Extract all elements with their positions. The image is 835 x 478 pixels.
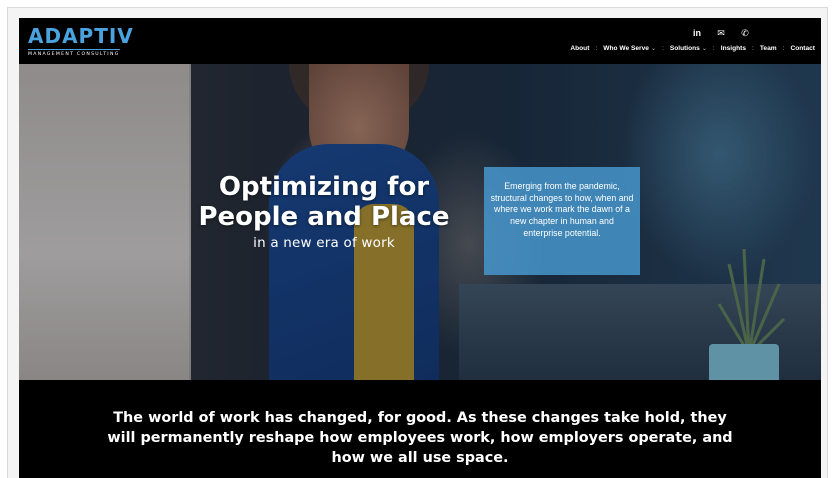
chevron-down-icon: ⌄ [650,46,656,52]
nav-team[interactable]: Team [760,45,777,52]
nav-separator: : [595,45,598,52]
intro-statement: The world of work has changed, for good.… [107,410,733,466]
website: ADAPTIV MANAGEMENT CONSULTING in ✉ ✆ Abo… [19,18,821,478]
nav-separator: : [752,45,754,52]
nav-who-we-serve-label: Who We Serve [603,45,649,52]
main-nav: About : Who We Serve ⌄ : Solutions ⌄ : Ins… [570,45,815,52]
nav-contact[interactable]: Contact [790,45,815,52]
hero-subtitle: in a new era of work [253,235,395,251]
email-icon[interactable]: ✉ [715,28,727,38]
nav-separator: : [782,45,785,52]
nav-contact-label: Contact [790,45,815,52]
whatsapp-icon[interactable]: ✆ [739,28,751,38]
nav-separator: : [661,45,664,52]
hero-title-line1: Optimizing for [218,172,430,202]
nav-about-label: About [570,45,590,52]
intro-section: The world of work has changed, for good.… [19,380,821,478]
nav-solutions[interactable]: Solutions ⌄ [670,45,707,52]
site-header: ADAPTIV MANAGEMENT CONSULTING in ✉ ✆ Abo… [19,18,821,64]
nav-who-we-serve[interactable]: Who We Serve ⌄ [603,45,656,52]
nav-team-label: Team [759,45,777,52]
nav-separator: : [712,45,715,52]
logo[interactable]: ADAPTIV MANAGEMENT CONSULTING [28,25,134,57]
logo-wordmark: ADAPTIV [28,24,134,48]
nav-about[interactable]: About [570,45,589,52]
hero-callout-box: Emerging from the pandemic, structural c… [484,167,640,275]
logo-tagline: MANAGEMENT CONSULTING [28,52,120,57]
linkedin-icon[interactable]: in [691,28,703,38]
social-links: in ✉ ✆ [691,28,751,39]
nav-insights[interactable]: Insights [721,45,746,52]
logo-rule [28,49,120,50]
nav-solutions-label: Solutions [669,45,700,52]
hero-banner: Optimizing for People and Place in a new… [19,64,821,380]
hero-title: Optimizing for People and Place [189,172,459,232]
hero-title-line2: People and Place [198,202,450,232]
chevron-down-icon: ⌄ [701,46,707,52]
nav-insights-label: Insights [720,45,747,52]
